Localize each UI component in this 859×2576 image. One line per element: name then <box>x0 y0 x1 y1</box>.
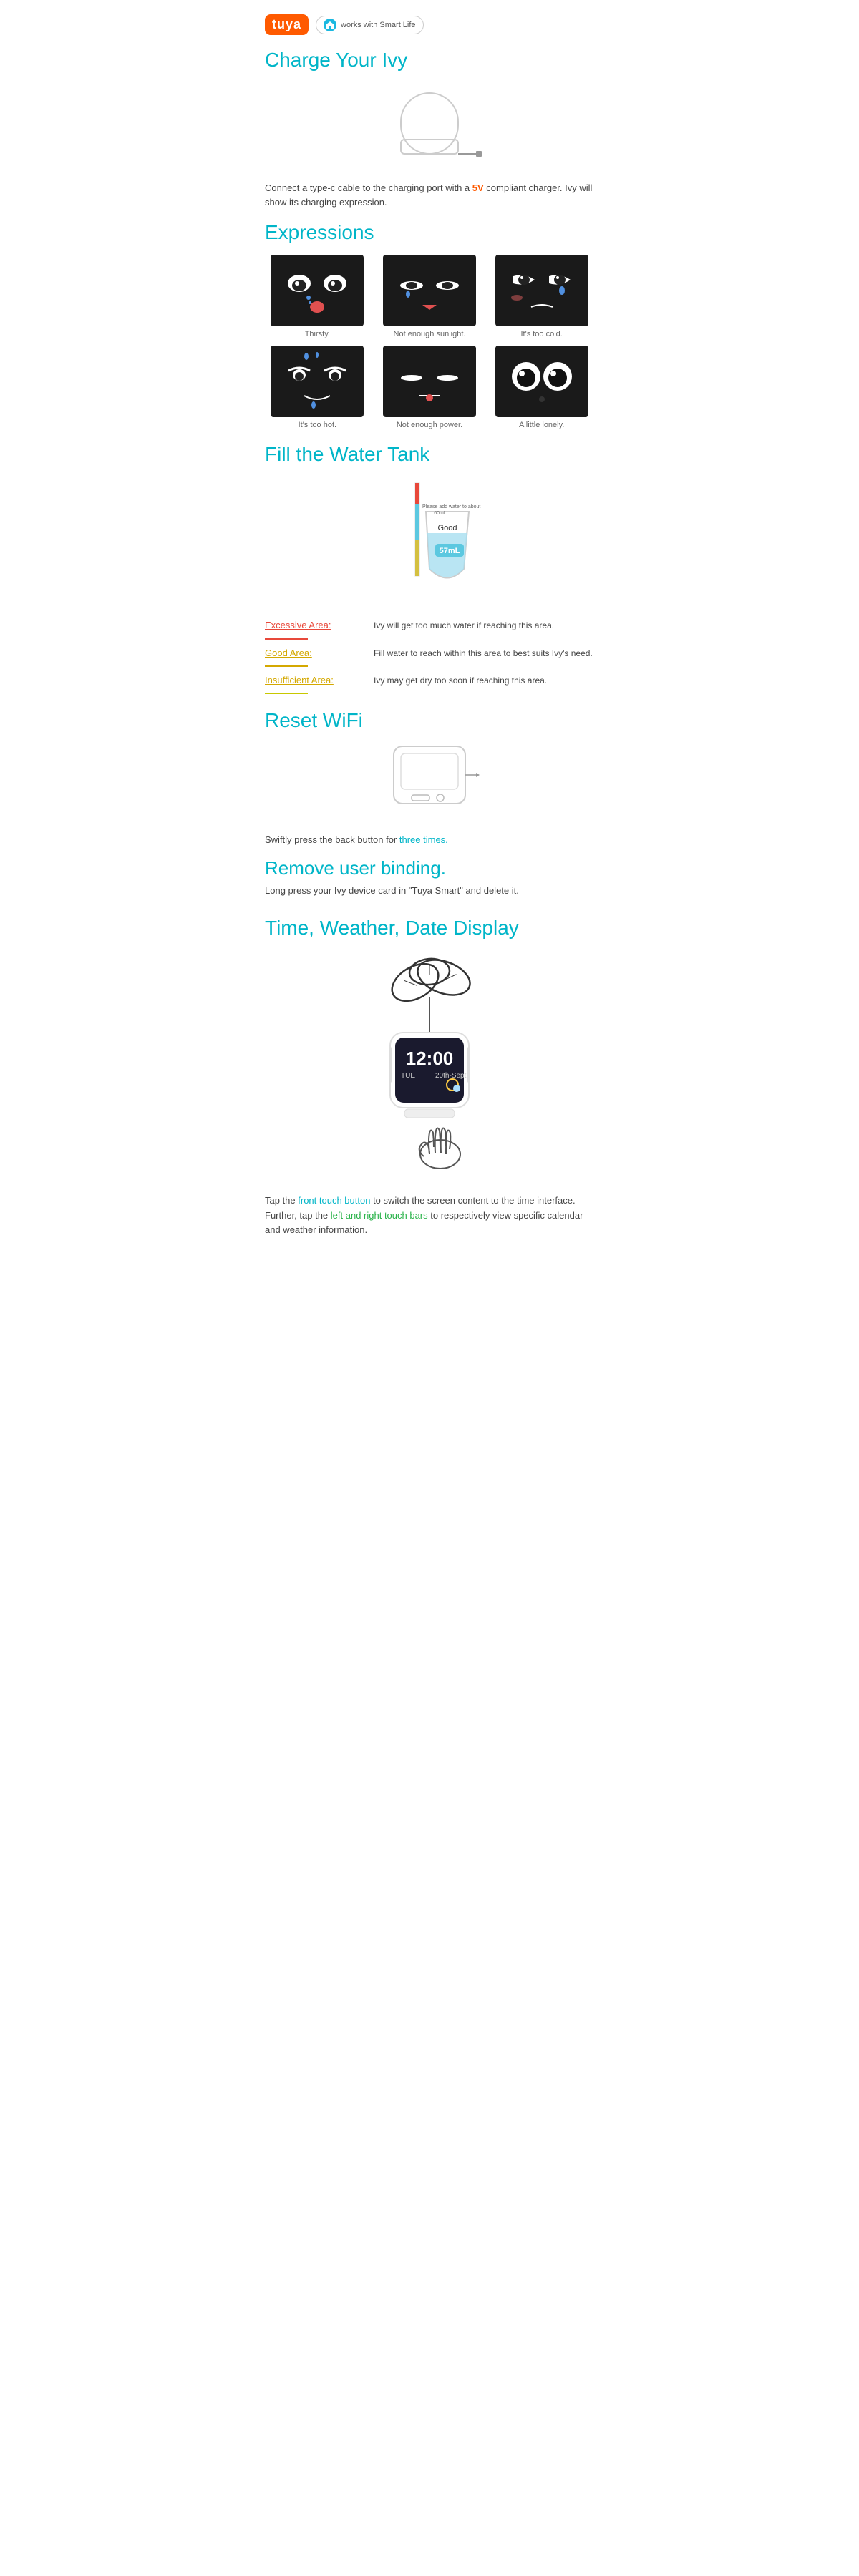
charge-highlight: 5V <box>472 182 484 193</box>
reset-wifi-svg <box>372 743 487 821</box>
svg-text:TUE: TUE <box>401 1072 415 1080</box>
water-title: Fill the Water Tank <box>265 442 594 467</box>
expression-label-cold: It's too cold. <box>520 330 562 338</box>
charge-illustration <box>265 82 594 168</box>
time-title: Time, Weather, Date Display <box>265 916 594 940</box>
remove-section: Remove user binding. Long press your Ivy… <box>265 857 594 899</box>
expression-label-thirsty: Thirsty. <box>305 330 330 338</box>
svg-text:60mL: 60mL <box>434 511 447 516</box>
remove-body-text: Long press your Ivy device card in "Tuya… <box>265 884 594 899</box>
expression-item-cold: It's too cold. <box>489 255 594 338</box>
reset-illustration <box>265 743 594 821</box>
tuya-logo-text: tuya <box>272 17 301 32</box>
expression-item-lonely: A little lonely. <box>489 346 594 429</box>
expression-label-sunlight: Not enough sunlight. <box>394 330 466 338</box>
expressions-grid: Thirsty. Not enough sunlight. <box>265 255 594 429</box>
legend-row-good: Good Area: Fill water to reach within th… <box>265 647 594 667</box>
time-body-before: Tap the <box>265 1195 298 1206</box>
ivy-charge-svg <box>376 82 483 168</box>
water-tank-container: Please add water to about 60mL Good 57mL <box>265 476 594 605</box>
expression-label-hot: It's too hot. <box>299 421 336 429</box>
cold-face-svg <box>499 258 585 323</box>
legend-row-excessive: Excessive Area: Ivy will get too much wa… <box>265 619 594 639</box>
water-legend: Excessive Area: Ivy will get too much wa… <box>265 619 594 694</box>
reset-highlight: three times. <box>399 834 448 845</box>
tuya-logo: tuya <box>265 14 309 35</box>
reset-section: Reset WiFi Swiftly press the back button… <box>265 708 594 847</box>
time-display-illustration: 12:00 TUE 20th-Sept. <box>265 950 594 1179</box>
expression-face-sunlight <box>383 255 476 326</box>
svg-text:57mL: 57mL <box>440 547 460 555</box>
expression-face-hot <box>271 346 364 417</box>
good-label: Good Area: <box>265 647 365 660</box>
remove-title: Remove user binding. <box>265 857 594 879</box>
expression-label-power: Not enough power. <box>397 421 462 429</box>
time-section: Time, Weather, Date Display 12:00 TUE 20… <box>265 916 594 1238</box>
expression-item-hot: It's too hot. <box>265 346 370 429</box>
insufficient-line <box>265 693 308 694</box>
time-highlight2: left and right touch bars <box>331 1210 428 1221</box>
legend-row-insufficient: Insufficient Area: Ivy may get dry too s… <box>265 674 594 694</box>
expression-face-power <box>383 346 476 417</box>
expression-face-thirsty <box>271 255 364 326</box>
reset-body-before: Swiftly press the back button for <box>265 834 399 845</box>
good-desc: Fill water to reach within this area to … <box>374 647 593 660</box>
excessive-label: Excessive Area: <box>265 619 365 632</box>
expression-item-thirsty: Thirsty. <box>265 255 370 338</box>
time-highlight1: front touch button <box>298 1195 370 1206</box>
expression-face-lonely <box>495 346 588 417</box>
svg-text:12:00: 12:00 <box>406 1048 454 1069</box>
water-section: Fill the Water Tank Please add water to … <box>265 442 594 694</box>
smartlife-icon <box>324 19 336 31</box>
reset-title: Reset WiFi <box>265 708 594 733</box>
excessive-desc: Ivy will get too much water if reaching … <box>374 619 554 632</box>
svg-text:Please add water to about: Please add water to about <box>422 504 480 509</box>
hot-face-svg <box>274 349 360 414</box>
time-body-text: Tap the front touch button to switch the… <box>265 1194 594 1238</box>
power-face-svg <box>387 349 472 414</box>
charge-section: Charge Your Ivy Connect a type-c cable t… <box>265 48 594 210</box>
smartlife-text: works with Smart Life <box>341 21 416 29</box>
smartlife-badge: works with Smart Life <box>316 16 424 34</box>
expression-item-sunlight: Not enough sunlight. <box>377 255 482 338</box>
excessive-line <box>265 638 308 640</box>
insufficient-desc: Ivy may get dry too soon if reaching thi… <box>374 674 547 687</box>
charge-body-text: Connect a type-c cable to the charging p… <box>265 181 594 211</box>
expression-face-cold <box>495 255 588 326</box>
lonely-face-svg <box>499 349 585 414</box>
expressions-title: Expressions <box>265 220 594 245</box>
expression-item-power: Not enough power. <box>377 346 482 429</box>
water-tank-svg: Please add water to about 60mL Good 57mL <box>358 476 501 605</box>
thirsty-face-svg <box>274 258 360 323</box>
charge-title: Charge Your Ivy <box>265 48 594 72</box>
sunlight-face-svg <box>387 258 472 323</box>
charge-body-before: Connect a type-c cable to the charging p… <box>265 182 472 193</box>
reset-body-text: Swiftly press the back button for three … <box>265 833 594 848</box>
home-icon <box>326 21 334 29</box>
header-section: tuya works with Smart Life <box>265 14 594 35</box>
time-display-svg: 12:00 TUE 20th-Sept. <box>329 950 530 1179</box>
good-line <box>265 665 308 667</box>
expressions-section: Expressions <box>265 220 594 429</box>
insufficient-label: Insufficient Area: <box>265 674 365 687</box>
expression-label-lonely: A little lonely. <box>519 421 564 429</box>
svg-text:Good: Good <box>438 524 457 532</box>
